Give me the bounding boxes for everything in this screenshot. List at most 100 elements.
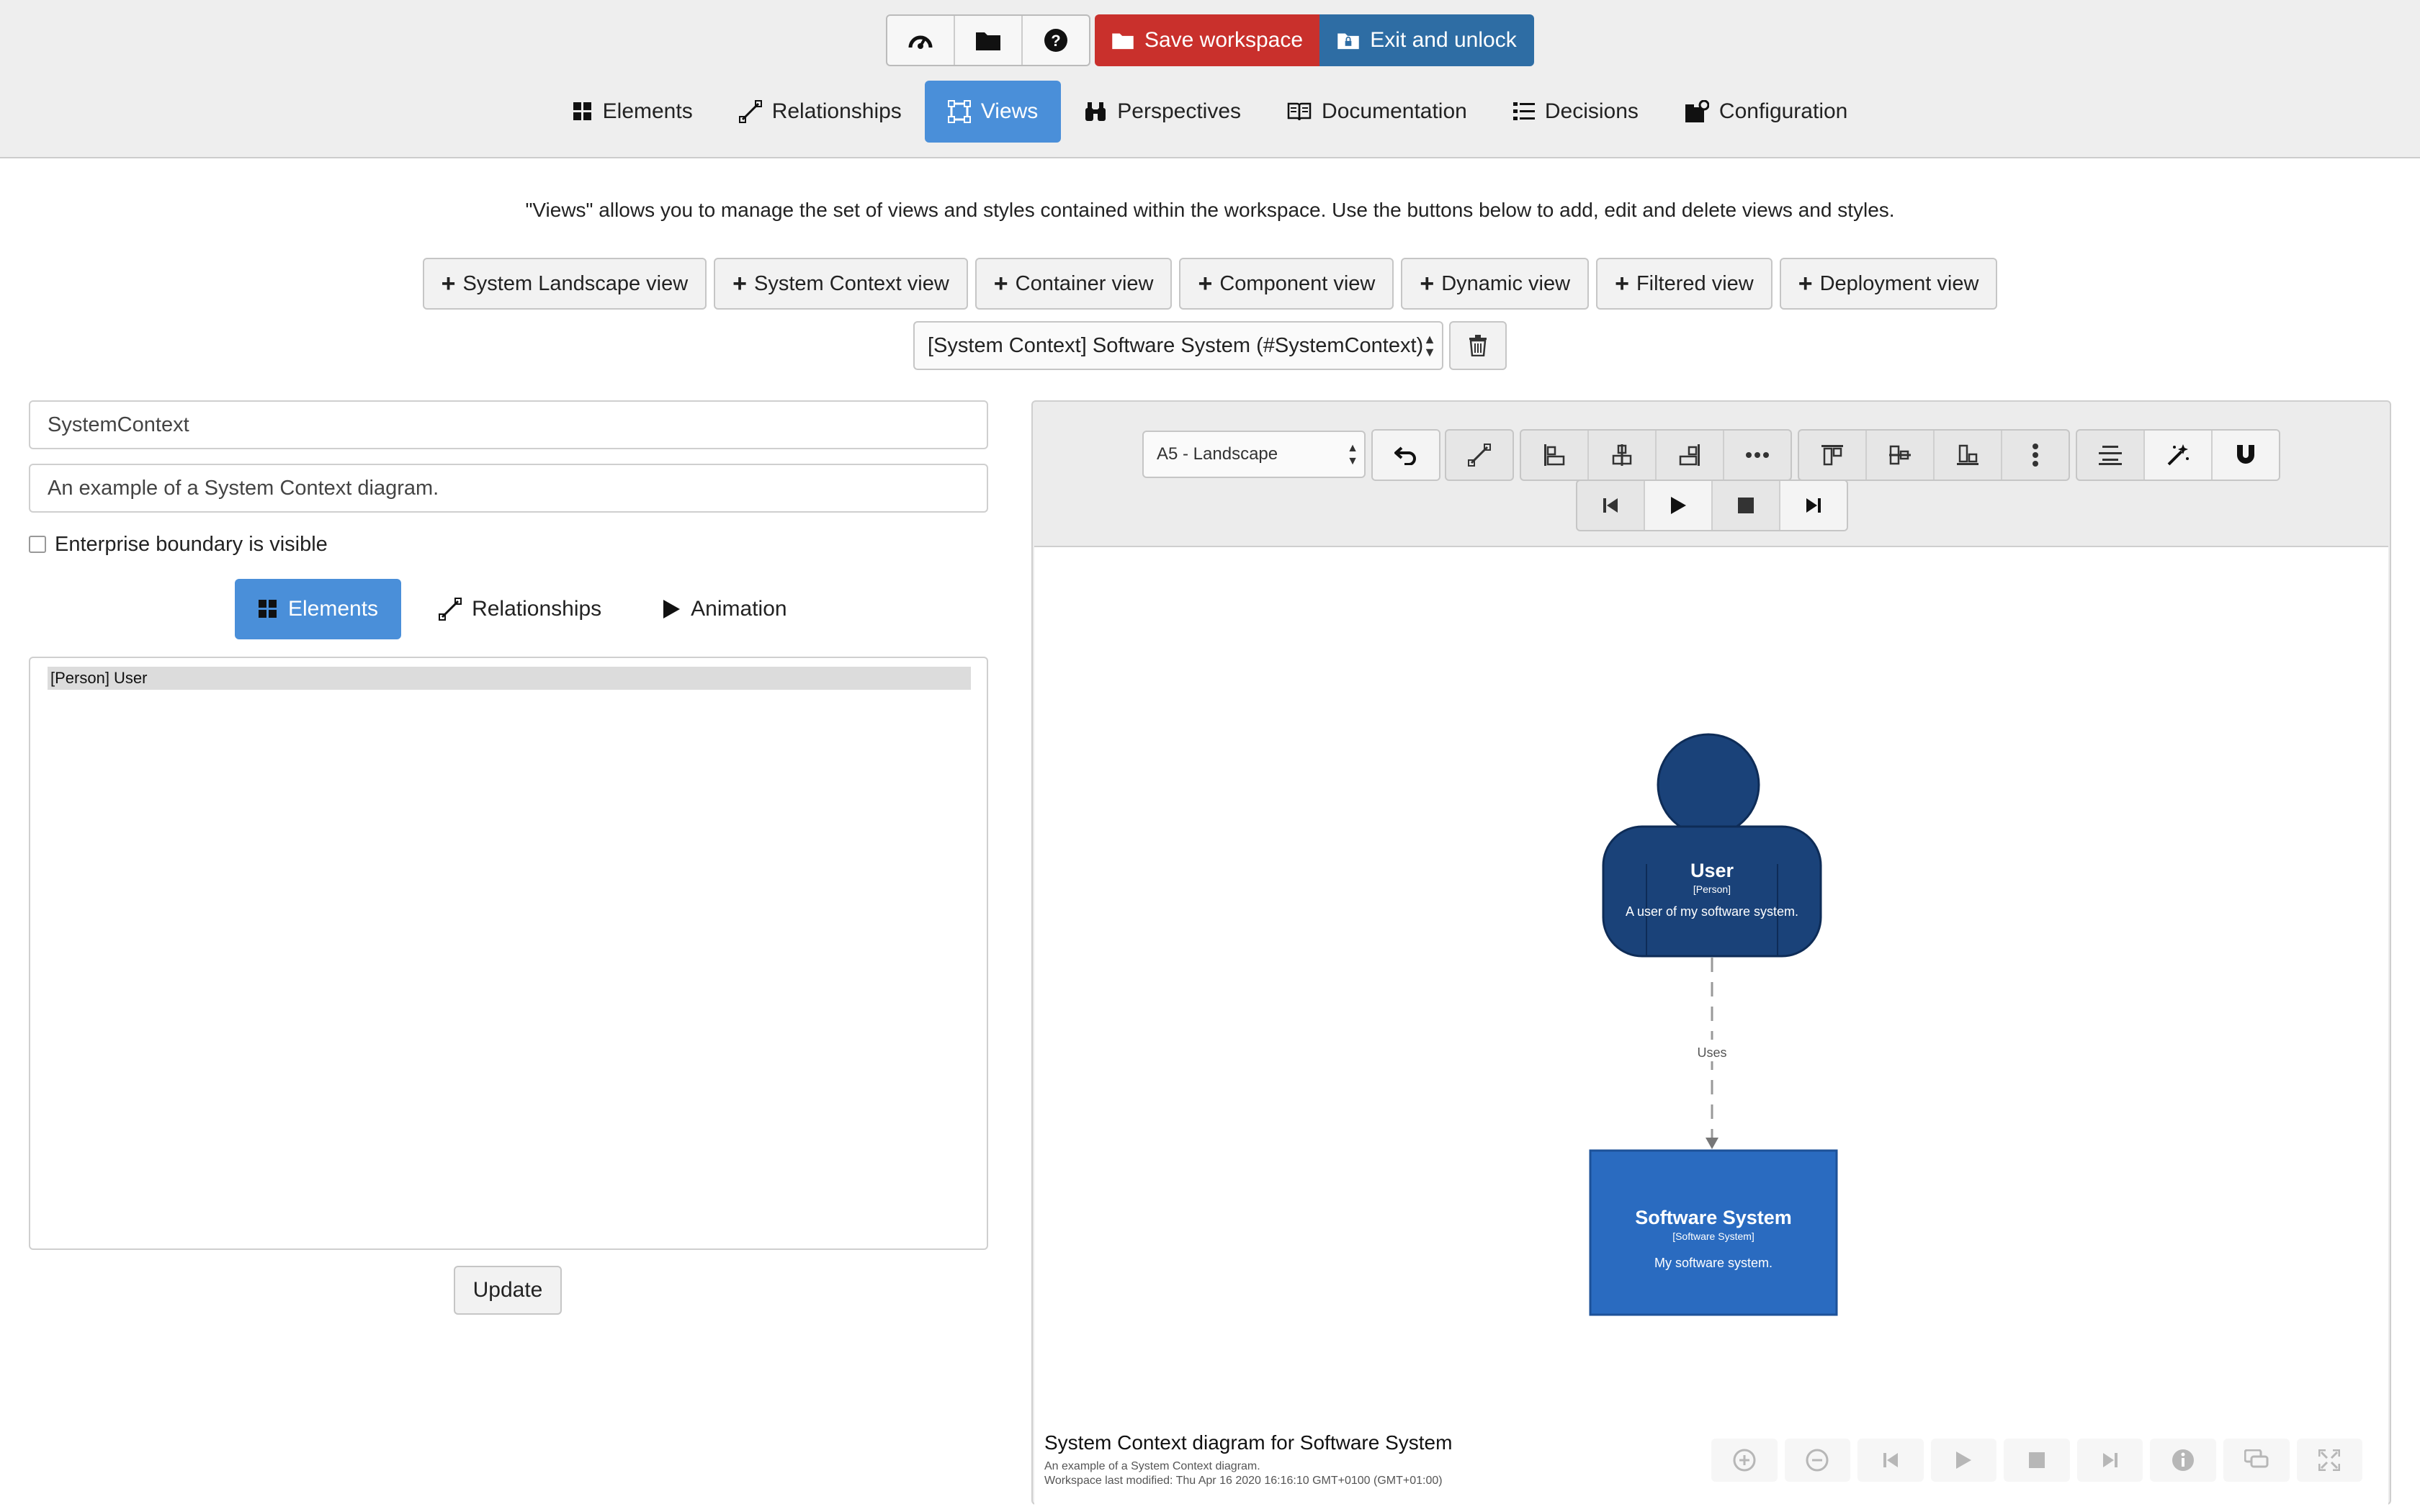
snap-to-grid-button[interactable] [2213, 431, 2279, 480]
software-system[interactable]: Software System [Software System] My sof… [1589, 1149, 1838, 1316]
element-list[interactable]: [Person] User [29, 657, 988, 1250]
add-system-landscape-view-button[interactable]: + System Landscape view [422, 258, 707, 310]
view-select[interactable]: [System Context] Software System (#Syste… [913, 321, 1443, 370]
add-dynamic-view-button[interactable]: + Dynamic view [1401, 258, 1590, 310]
footer-end-button[interactable] [2076, 1439, 2143, 1482]
dashboard-button[interactable] [887, 16, 955, 65]
tab-views-label: Views [980, 99, 1039, 123]
enterprise-boundary-checkbox[interactable] [29, 536, 46, 553]
save-workspace-button[interactable]: Save workspace [1095, 14, 1319, 66]
align-top-button[interactable] [1799, 431, 1867, 480]
align-bottom-icon [1957, 444, 1978, 465]
tab-documentation[interactable]: Documentation [1264, 81, 1490, 143]
line-style-button[interactable] [1446, 431, 1512, 480]
comments-icon [2244, 1449, 2269, 1468]
person-head [1657, 733, 1760, 837]
align-center-button[interactable] [1589, 431, 1657, 480]
system-description: My software system. [1654, 1256, 1773, 1270]
list-item[interactable]: [Person] User [48, 667, 971, 690]
footer-start-button[interactable] [1857, 1439, 1924, 1482]
relationship-icon [738, 100, 762, 123]
tab-configuration-label: Configuration [1718, 99, 1848, 123]
skip-back-icon [1883, 1453, 1898, 1467]
zoom-out-button[interactable] [1784, 1439, 1851, 1482]
dashboard-icon [908, 35, 933, 49]
view-description-input[interactable]: An example of a System Context diagram. [29, 464, 988, 513]
exit-unlock-button[interactable]: Exit and unlock [1319, 14, 1534, 66]
tab-decisions[interactable]: Decisions [1490, 81, 1662, 143]
plus-icon: + [1420, 269, 1435, 297]
align-middle-button[interactable] [1867, 431, 1935, 480]
tab-elements[interactable]: Elements [550, 81, 716, 143]
info-button[interactable] [2150, 1439, 2216, 1482]
person-description: A user of my software system. [1626, 904, 1798, 919]
footer-stop-button[interactable] [2004, 1439, 2070, 1482]
add-component-view-button[interactable]: + Component view [1179, 258, 1394, 310]
animation-end-button[interactable] [1780, 481, 1847, 530]
tab-perspectives[interactable]: Perspectives [1061, 81, 1264, 143]
list-icon [1512, 102, 1535, 120]
tab-configuration[interactable]: Configuration [1662, 81, 1870, 143]
align-bottom-button[interactable] [1935, 431, 2002, 480]
relationship-uses[interactable]: Uses [1686, 958, 1738, 1149]
config-icon [1685, 100, 1709, 122]
vertex-group [1445, 429, 1514, 481]
tab-elements-label: Elements [602, 99, 693, 123]
fullscreen-button[interactable] [2296, 1439, 2363, 1482]
help-button[interactable]: ? [1023, 16, 1089, 65]
add-filtered-view-button[interactable]: + Filtered view [1596, 258, 1773, 310]
align-top-icon [1821, 445, 1843, 466]
views-icon [947, 100, 971, 123]
view-subtabs: Elements Relationships Animation [235, 579, 810, 639]
align-right-icon [1679, 444, 1700, 466]
view-description-value: An example of a System Context diagram. [48, 476, 439, 500]
book-icon [1287, 102, 1312, 121]
add-system-context-view-button[interactable]: + System Context view [714, 258, 968, 310]
align-left-button[interactable] [1521, 431, 1589, 480]
zoom-in-button[interactable] [1711, 1439, 1778, 1482]
tab-relationships[interactable]: Relationships [716, 81, 925, 143]
add-container-view-button[interactable]: + Container view [974, 258, 1173, 310]
add-view-buttons: + System Landscape view + System Context v… [0, 258, 2420, 310]
svg-text:?: ? [1051, 32, 1060, 50]
magic-wand-icon [2167, 444, 2189, 466]
relationship-label: Uses [1697, 1045, 1726, 1060]
auto-layout-button[interactable] [2145, 431, 2213, 480]
center-diagram-button[interactable] [2077, 431, 2145, 480]
view-key-value: SystemContext [48, 413, 189, 436]
distribute-horizontal-button[interactable] [1724, 431, 1791, 480]
subtab-relationships[interactable]: Relationships [416, 579, 624, 639]
distribute-vertical-button[interactable] [2002, 431, 2069, 480]
enterprise-boundary-row: Enterprise boundary is visible [29, 531, 328, 557]
comments-button[interactable] [2223, 1439, 2290, 1482]
diagram-canvas[interactable]: User [Person] A user of my software syst… [1034, 546, 2388, 1505]
align-center-icon [1612, 444, 1632, 466]
animation-start-button[interactable] [1577, 481, 1645, 530]
folder-icon [976, 32, 1000, 50]
plus-icon: + [1615, 269, 1629, 297]
view-key-input[interactable]: SystemContext [29, 400, 988, 449]
plus-icon: + [1798, 269, 1813, 297]
align-right-button[interactable] [1657, 431, 1724, 480]
diagram-svg: User [Person] A user of my software syst… [1589, 733, 1838, 1316]
open-button[interactable] [955, 16, 1023, 65]
update-button[interactable]: Update [454, 1266, 562, 1315]
animation-play-button[interactable] [1645, 481, 1713, 530]
undo-group [1371, 429, 1440, 481]
animation-stop-button[interactable] [1713, 481, 1780, 530]
person-type: [Person] [1693, 883, 1731, 895]
select-arrows-icon: ▲ ▼ [1423, 332, 1436, 359]
tab-decisions-label: Decisions [1544, 99, 1639, 123]
footer-play-button[interactable] [1930, 1439, 1997, 1482]
subtab-elements[interactable]: Elements [235, 579, 402, 639]
delete-view-button[interactable] [1449, 321, 1507, 370]
add-deployment-view-button[interactable]: + Deployment view [1779, 258, 1998, 310]
add-button-label: Container view [1015, 271, 1154, 295]
subtab-relationships-label: Relationships [472, 597, 602, 621]
tab-views[interactable]: Views [924, 81, 1062, 143]
paper-size-select[interactable]: A5 - Landscape ▲ ▼ [1142, 431, 1366, 478]
subtab-animation[interactable]: Animation [639, 579, 810, 639]
person-user[interactable]: User [Person] A user of my software syst… [1602, 733, 1822, 958]
stop-icon [2029, 1452, 2045, 1468]
undo-button[interactable] [1373, 431, 1439, 480]
